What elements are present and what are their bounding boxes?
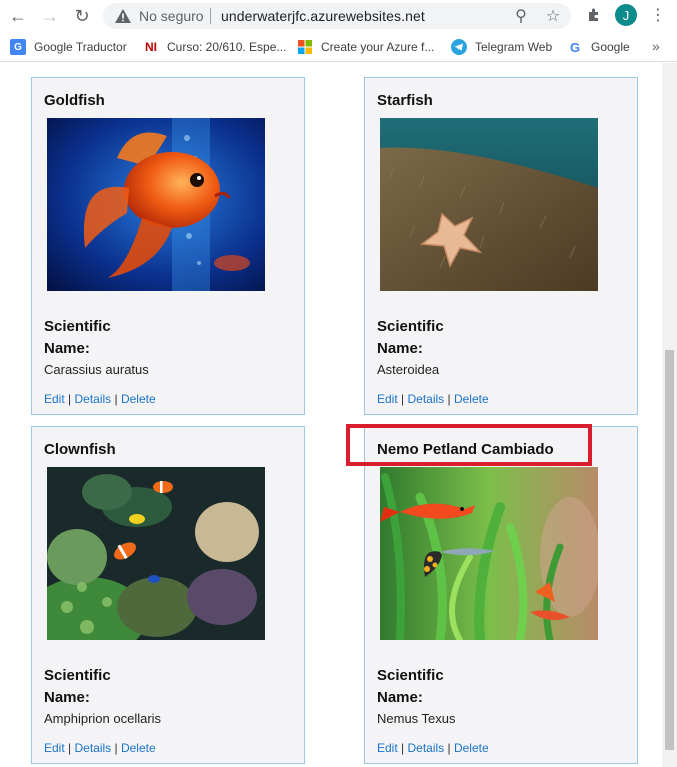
bookmark-google-translate[interactable]: G Google Traductor	[10, 38, 127, 56]
scientific-name-label: Scientific Name:	[44, 667, 111, 706]
fish-card-goldfish: Goldfish Scientific Name: Carassius aura…	[31, 77, 305, 415]
fish-card-clownfish: Clownfish Scientific Name: Amphiprion oc…	[31, 426, 305, 764]
card-actions: Edit | Details | Delete	[377, 741, 489, 755]
bookmark-label: Google Traductor	[34, 40, 127, 54]
omnibox-divider	[210, 8, 211, 24]
scrollbar-thumb[interactable]	[665, 350, 674, 750]
google-translate-icon: G	[10, 39, 26, 55]
back-arrow-icon[interactable]: ←	[6, 4, 30, 28]
microsoft-icon	[297, 39, 313, 55]
bookmark-label: Google	[591, 40, 630, 54]
link-separator: |	[111, 392, 121, 406]
details-link[interactable]: Details	[407, 392, 444, 406]
details-link[interactable]: Details	[74, 741, 111, 755]
google-icon: G	[569, 39, 581, 55]
fish-card-starfish: Starfish Scientific Name: Asteroidea Edi…	[364, 77, 638, 415]
edit-link[interactable]: Edit	[44, 392, 65, 406]
card-actions: Edit | Details | Delete	[44, 392, 156, 406]
profile-avatar[interactable]: J	[615, 4, 637, 26]
scientific-name-label: Scientific Name:	[44, 318, 111, 357]
delete-link[interactable]: Delete	[121, 741, 156, 755]
bookmarks-bar: G Google Traductor NI Curso: 20/610. Esp…	[0, 32, 677, 62]
details-link[interactable]: Details	[74, 392, 111, 406]
bookmark-label: Curso: 20/610. Espe...	[167, 40, 287, 54]
link-separator: |	[64, 392, 75, 406]
card-title: Goldfish	[44, 92, 105, 109]
starfish-image	[380, 118, 598, 291]
scientific-name-value: Asteroidea	[377, 362, 440, 377]
browser-toolbar: ← → ↻ No seguro underwaterjfc.azurewebsi…	[0, 0, 677, 32]
warning-icon[interactable]	[114, 7, 132, 25]
url-text[interactable]: underwaterjfc.azurewebsites.net	[221, 8, 425, 24]
guppy-image	[380, 467, 598, 640]
link-separator: |	[111, 741, 121, 755]
card-actions: Edit | Details | Delete	[377, 392, 489, 406]
goldfish-image	[47, 118, 265, 291]
link-separator: |	[397, 392, 408, 406]
kebab-menu-icon[interactable]: ⋮	[647, 4, 669, 26]
details-link[interactable]: Details	[407, 741, 444, 755]
address-bar[interactable]: No seguro underwaterjfc.azurewebsites.ne…	[103, 3, 571, 29]
vertical-scrollbar[interactable]	[662, 63, 677, 767]
annotation-highlight-box	[346, 424, 592, 466]
ni-icon: NI	[145, 40, 157, 54]
insecure-label[interactable]: No seguro	[139, 8, 204, 24]
scientific-name-value: Amphiprion ocellaris	[44, 711, 162, 726]
telegram-icon	[451, 39, 467, 55]
delete-link[interactable]: Delete	[454, 392, 489, 406]
scientific-name-value: Carassius auratus	[44, 362, 149, 377]
bookmark-azure[interactable]: Create your Azure f...	[297, 38, 434, 56]
zoom-icon[interactable]: ⚲	[512, 7, 530, 25]
bookmark-star-icon[interactable]: ☆	[544, 7, 562, 25]
bookmark-label: Telegram Web	[475, 40, 553, 54]
scientific-name-value: Nemus Texus	[377, 711, 456, 726]
scientific-name-label: Scientific Name:	[377, 318, 444, 357]
scientific-name-label: Scientific Name:	[377, 667, 444, 706]
card-title: Starfish	[377, 92, 433, 109]
delete-link[interactable]: Delete	[454, 741, 489, 755]
card-actions: Edit | Details | Delete	[44, 741, 156, 755]
link-separator: |	[397, 741, 408, 755]
edit-link[interactable]: Edit	[377, 392, 398, 406]
edit-link[interactable]: Edit	[44, 741, 65, 755]
bookmark-curso[interactable]: NI Curso: 20/610. Espe...	[143, 38, 286, 56]
bookmark-google[interactable]: G Google	[567, 38, 630, 56]
link-separator: |	[444, 741, 454, 755]
extensions-puzzle-icon[interactable]	[583, 4, 605, 26]
reload-icon[interactable]: ↻	[70, 4, 94, 28]
bookmark-label: Create your Azure f...	[321, 40, 435, 54]
bookmark-telegram[interactable]: Telegram Web	[451, 38, 552, 56]
card-title: Clownfish	[44, 441, 116, 458]
edit-link[interactable]: Edit	[377, 741, 398, 755]
link-separator: |	[444, 392, 454, 406]
chevron-more-icon[interactable]: »	[652, 38, 660, 54]
fish-card-nemo: Nemo Petland Cambiado Scientific Name: N…	[364, 426, 638, 764]
page-viewport: Goldfish Scientific Name: Carassius aura…	[0, 63, 662, 767]
forward-arrow-icon[interactable]: →	[38, 4, 62, 28]
clownfish-image	[47, 467, 265, 640]
link-separator: |	[64, 741, 75, 755]
delete-link[interactable]: Delete	[121, 392, 156, 406]
